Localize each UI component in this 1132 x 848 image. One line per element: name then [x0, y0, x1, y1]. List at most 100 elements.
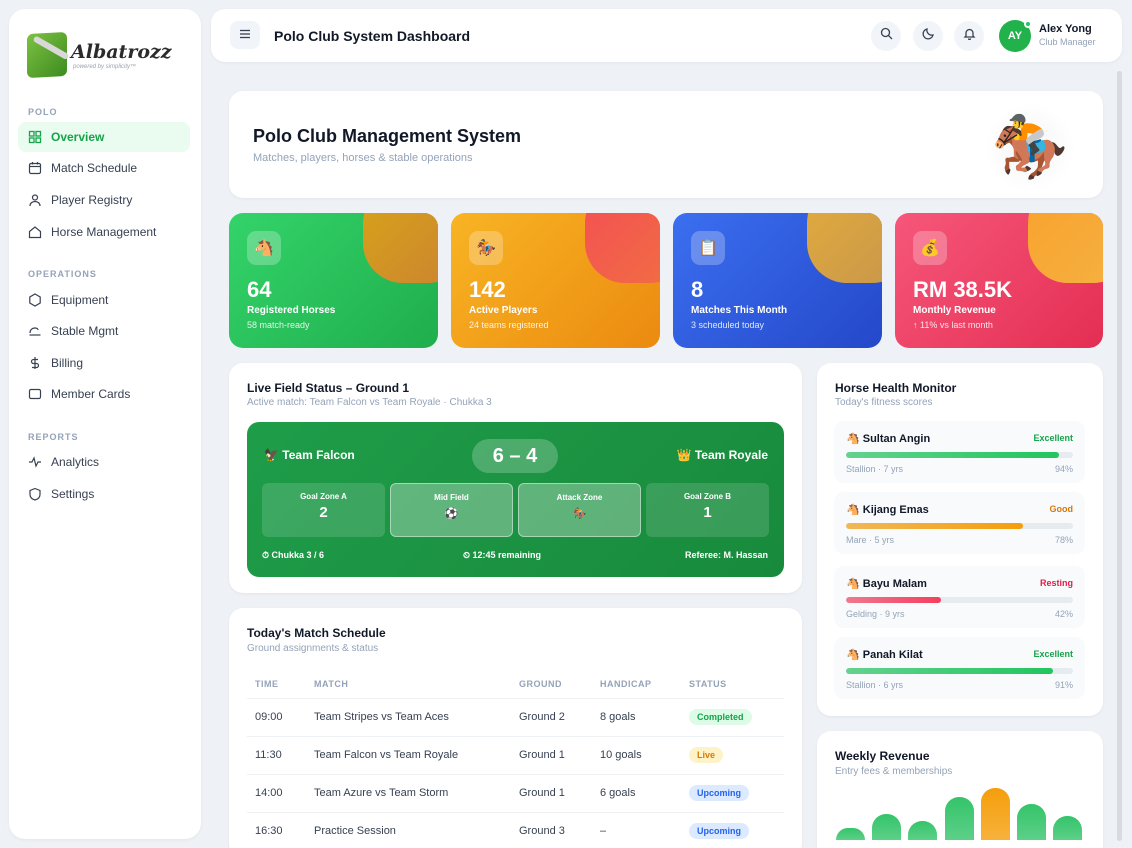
- decorative-blob: [807, 213, 882, 283]
- ball-icon: ⚽: [444, 508, 459, 520]
- cell-ground: Ground 2: [511, 698, 592, 737]
- sidebar-item-settings[interactable]: Settings: [18, 479, 190, 509]
- top-header: Polo Club System Dashboard AY Alex Yong …: [211, 9, 1122, 62]
- revenue-bar[interactable]: [1053, 816, 1083, 840]
- search-icon: [880, 27, 893, 45]
- column-header[interactable]: GROUND: [511, 671, 592, 699]
- hero-subtitle: Matches, players, horses & stable operat…: [253, 152, 473, 164]
- card-subtitle: Entry fees & memberships: [835, 766, 953, 777]
- logo-tagline: powered by simplicity™: [73, 63, 137, 70]
- fitness-percent: 94%: [1054, 464, 1073, 474]
- fitness-percent: 78%: [1054, 535, 1073, 545]
- logo-name: Albatrozz: [71, 40, 172, 63]
- sidebar-item-analytics[interactable]: Analytics: [18, 447, 190, 477]
- revenue-bar[interactable]: [944, 797, 974, 840]
- revenue-bar[interactable]: [908, 820, 938, 840]
- bell-icon: [962, 27, 976, 45]
- table-row[interactable]: 09:00 Team Stripes vs Team Aces Ground 2…: [247, 698, 784, 737]
- stat-card-players[interactable]: 🏇 142 Active Players 24 teams registered: [451, 213, 660, 348]
- notifications-button[interactable]: [954, 21, 984, 51]
- table-row[interactable]: 11:30 Team Falcon vs Team Royale Ground …: [247, 736, 784, 775]
- table-row[interactable]: 16:30 Practice Session Ground 3 – Upcomi…: [247, 812, 784, 848]
- hamburger-icon: [239, 26, 251, 44]
- card-subtitle: Active match: Team Falcon vs Team Royale…: [247, 397, 492, 408]
- sidebar-item-overview[interactable]: Overview: [18, 122, 190, 152]
- rider-icon: 🏇: [572, 508, 587, 520]
- logo-mark: [27, 31, 67, 79]
- card-title: Live Field Status – Ground 1: [247, 381, 410, 395]
- fitness-percent: 42%: [1054, 609, 1073, 619]
- logo[interactable]: Albatrozz powered by simplicity™: [27, 25, 187, 85]
- table-row[interactable]: 14:00 Team Azure vs Team Storm Ground 1 …: [247, 774, 784, 813]
- cell-match: Team Azure vs Team Storm: [306, 774, 511, 813]
- revenue-bar[interactable]: [980, 788, 1010, 840]
- horse-item[interactable]: 🐴 Sultan Angin Excellent Stallion · 7 yrs 9…: [834, 421, 1085, 483]
- stat-label: Monthly Revenue: [913, 305, 996, 316]
- column-header[interactable]: MATCH: [306, 671, 511, 699]
- clipboard-icon: 📋: [691, 231, 725, 265]
- card-title: Weekly Revenue: [835, 749, 930, 763]
- activity-icon: [28, 455, 42, 469]
- cell-handicap: –: [592, 812, 681, 848]
- cell-time: 11:30: [247, 736, 306, 775]
- fitness-bar: [846, 668, 1073, 674]
- sidebar-item-player-registry[interactable]: Player Registry: [18, 185, 190, 215]
- stat-card-revenue[interactable]: 💰 RM 38.5K Monthly Revenue ↑ 11% vs last…: [895, 213, 1103, 348]
- sidebar-item-label: Settings: [51, 487, 95, 501]
- nav-section-reports: REPORTS: [28, 432, 79, 442]
- scrollbar[interactable]: [1117, 71, 1122, 841]
- home-icon: [28, 225, 42, 239]
- column-header[interactable]: HANDICAP: [592, 671, 681, 699]
- avatar[interactable]: AY: [999, 20, 1032, 52]
- zone-attack[interactable]: Attack Zone 🏇: [518, 483, 641, 537]
- avatar-initials: AY: [1007, 30, 1023, 42]
- fitness-percent: 91%: [1054, 680, 1073, 690]
- horse-item[interactable]: 🐴 Kijang Emas Good Mare · 5 yrs 78%: [834, 492, 1085, 554]
- zone-name: Mid Field: [434, 493, 469, 502]
- fitness-bar: [846, 597, 1073, 603]
- theme-toggle-button[interactable]: [913, 21, 943, 51]
- menu-toggle-button[interactable]: [230, 21, 260, 49]
- zone-name: Goal Zone A: [300, 492, 347, 501]
- horse-meta: Stallion · 7 yrs: [846, 464, 904, 474]
- horse-item[interactable]: 🐴 Panah Kilat Excellent Stallion · 6 yrs 91…: [834, 637, 1085, 699]
- sidebar-item-label: Overview: [51, 130, 105, 144]
- sidebar-item-equipment[interactable]: Equipment: [18, 285, 190, 315]
- sidebar-item-member-cards[interactable]: Member Cards: [18, 379, 190, 409]
- zone-value: 2: [319, 504, 328, 521]
- zone-goal-b[interactable]: Goal Zone B 1: [646, 483, 769, 537]
- revenue-bar[interactable]: [1017, 803, 1046, 840]
- sidebar-item-label: Billing: [51, 356, 84, 370]
- cell-handicap: 8 goals: [592, 698, 681, 737]
- stat-card-horses[interactable]: 🐴 64 Registered Horses 58 match-ready: [229, 213, 438, 348]
- team-b-name: 👑 Team Royale: [676, 448, 768, 462]
- sidebar-item-stable-mgmt[interactable]: Stable Mgmt: [18, 316, 190, 346]
- nav-section-polo: POLO: [28, 107, 58, 117]
- card-title: Horse Health Monitor: [835, 381, 957, 395]
- decorative-blob: [363, 213, 438, 283]
- cell-ground: Ground 1: [511, 774, 592, 813]
- cell-time: 09:00: [247, 698, 306, 737]
- column-header[interactable]: TIME: [247, 671, 306, 699]
- chukka-indicator: ⏱ Chukka 3 / 6: [262, 550, 325, 560]
- stat-subtext: ↑ 11% vs last month: [913, 320, 993, 330]
- hero-banner: Polo Club Management System Matches, pla…: [229, 91, 1103, 198]
- horse-status: Excellent: [1033, 649, 1073, 659]
- sidebar-item-billing[interactable]: Billing: [18, 348, 190, 378]
- revenue-bar[interactable]: [872, 813, 902, 840]
- revenue-bar[interactable]: [836, 827, 865, 840]
- time-remaining: ⏲ 12:45 remaining: [463, 550, 542, 560]
- stat-label: Active Players: [469, 305, 538, 316]
- column-header[interactable]: STATUS: [681, 671, 784, 699]
- money-bag-icon: 💰: [913, 231, 947, 265]
- search-button[interactable]: [871, 21, 901, 51]
- live-score: 6 – 4: [472, 439, 558, 473]
- zone-mid-field[interactable]: Mid Field ⚽: [390, 483, 513, 537]
- zone-goal-a[interactable]: Goal Zone A 2: [262, 483, 385, 537]
- stat-card-matches[interactable]: 📋 8 Matches This Month 3 scheduled today: [673, 213, 882, 348]
- user-name[interactable]: Alex Yong: [1039, 23, 1092, 35]
- horse-item[interactable]: 🐴 Bayu Malam Resting Gelding · 9 yrs 42%: [834, 566, 1085, 628]
- sidebar-item-match-schedule[interactable]: Match Schedule: [18, 153, 190, 183]
- nav-section-operations: OPERATIONS: [28, 269, 97, 279]
- sidebar-item-horse-management[interactable]: Horse Management: [18, 217, 190, 247]
